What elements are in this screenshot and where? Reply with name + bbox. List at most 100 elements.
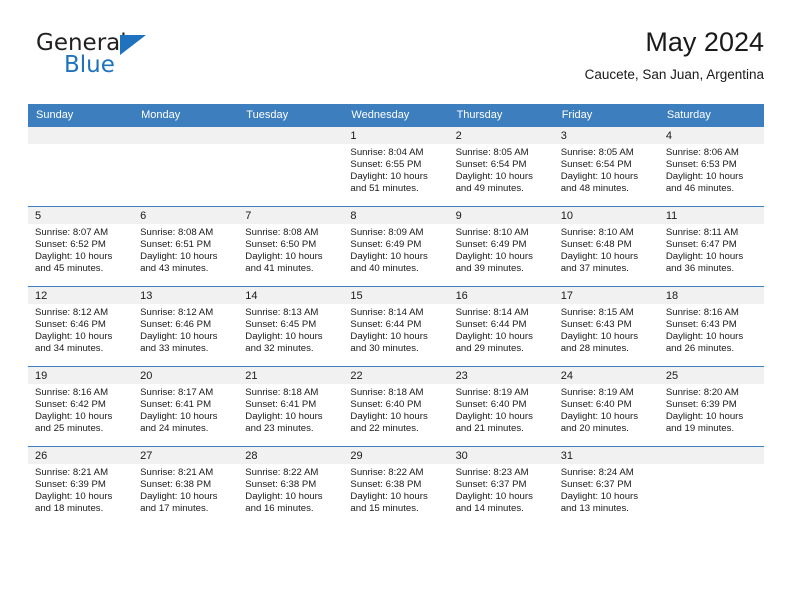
calendar-day-cell[interactable]: 30 Sunrise: 8:23 AM Sunset: 6:37 PM Dayligh… <box>448 446 554 526</box>
calendar-body: 1 Sunrise: 8:04 AM Sunset: 6:55 PM Daylight… <box>28 126 764 526</box>
calendar-day-cell[interactable]: 6 Sunrise: 8:08 AM Sunset: 6:51 PM Daylight… <box>133 206 239 287</box>
calendar-day-cell[interactable]: 16 Sunrise: 8:14 AM Sunset: 6:44 PM Dayligh… <box>448 286 554 367</box>
calendar-day-cell[interactable]: 22 Sunrise: 8:18 AM Sunset: 6:40 PM Dayligh… <box>343 366 449 447</box>
calendar-day-cell[interactable]: 9 Sunrise: 8:10 AM Sunset: 6:49 PM Daylight… <box>448 206 554 287</box>
daylight-text-line2: and 48 minutes. <box>560 183 629 195</box>
calendar-day-cell[interactable]: 21 Sunrise: 8:18 AM Sunset: 6:41 PM Dayligh… <box>238 366 344 447</box>
sunrise-text: Sunrise: 8:18 AM <box>350 387 424 398</box>
page-subtitle: Caucete, San Juan, Argentina <box>584 67 764 82</box>
day-number: 22 <box>343 367 449 384</box>
daylight-text-line1: Daylight: 10 hours <box>560 171 639 183</box>
day-number: 3 <box>553 127 659 144</box>
day-details: Sunrise: 8:09 AM Sunset: 6:49 PM Daylight:… <box>343 224 448 275</box>
sunset-text: Sunset: 6:44 PM <box>455 319 527 331</box>
daylight-text-line1: Daylight: 10 hours <box>560 331 639 343</box>
daylight-text-line2: and 17 minutes. <box>140 503 209 515</box>
calendar-day-cell[interactable]: 13 Sunrise: 8:12 AM Sunset: 6:46 PM Dayligh… <box>133 286 239 367</box>
day-details: Sunrise: 8:08 AM Sunset: 6:51 PM Daylight:… <box>133 224 238 275</box>
sunset-text: Sunset: 6:49 PM <box>455 239 527 251</box>
daylight-text-line2: and 19 minutes. <box>665 423 735 435</box>
sunrise-text: Sunrise: 8:23 AM <box>455 467 529 478</box>
daylight-text-line2: and 25 minutes. <box>35 423 104 435</box>
sunset-text: Sunset: 6:37 PM <box>455 479 527 491</box>
sunset-text: Sunset: 6:54 PM <box>560 159 632 171</box>
sunrise-text: Sunrise: 8:11 AM <box>665 227 739 238</box>
day-details: Sunrise: 8:06 AM Sunset: 6:53 PM Daylight:… <box>659 144 764 195</box>
calendar-day-cell[interactable]: 23 Sunrise: 8:19 AM Sunset: 6:40 PM Dayligh… <box>448 366 554 447</box>
calendar-day-cell[interactable]: 10 Sunrise: 8:10 AM Sunset: 6:48 PM Dayligh… <box>553 206 659 287</box>
calendar-page: General Blue May 2024 Caucete, San Juan,… <box>0 0 792 612</box>
daylight-text-line1: Daylight: 10 hours <box>560 411 639 423</box>
sunrise-text: Sunrise: 8:18 AM <box>245 387 319 398</box>
calendar-day-cell[interactable]: 15 Sunrise: 8:14 AM Sunset: 6:44 PM Dayligh… <box>343 286 449 367</box>
calendar-day-cell[interactable]: 25 Sunrise: 8:20 AM Sunset: 6:39 PM Dayligh… <box>658 366 764 447</box>
logo-text-blue: Blue <box>64 52 115 78</box>
sunrise-text: Sunrise: 8:07 AM <box>35 227 109 238</box>
day-number: 5 <box>28 207 134 224</box>
day-number: 11 <box>658 207 764 224</box>
calendar-day-cell[interactable]: 26 Sunrise: 8:21 AM Sunset: 6:39 PM Dayligh… <box>28 446 134 526</box>
calendar-day-cell[interactable]: 7 Sunrise: 8:08 AM Sunset: 6:50 PM Daylight… <box>238 206 344 287</box>
sunset-text: Sunset: 6:52 PM <box>35 239 106 251</box>
daylight-text-line1: Daylight: 10 hours <box>245 331 323 343</box>
sunrise-text: Sunrise: 8:04 AM <box>350 147 424 158</box>
calendar-day-cell-empty <box>238 126 344 207</box>
day-number: 26 <box>28 447 134 464</box>
sunrise-text: Sunrise: 8:15 AM <box>560 307 634 318</box>
day-details: Sunrise: 8:05 AM Sunset: 6:54 PM Daylight:… <box>449 144 554 195</box>
calendar-day-cell-empty <box>658 446 764 526</box>
calendar-week-row: 19 Sunrise: 8:16 AM Sunset: 6:42 PM Dayligh… <box>28 366 764 447</box>
day-number <box>28 127 134 144</box>
daylight-text-line1: Daylight: 10 hours <box>35 491 113 503</box>
calendar-day-cell[interactable]: 8 Sunrise: 8:09 AM Sunset: 6:49 PM Daylight… <box>343 206 449 287</box>
calendar-week-row: 12 Sunrise: 8:12 AM Sunset: 6:46 PM Dayligh… <box>28 286 764 367</box>
daylight-text-line1: Daylight: 10 hours <box>455 331 533 343</box>
daylight-text-line2: and 39 minutes. <box>455 263 524 275</box>
calendar-day-cell[interactable]: 18 Sunrise: 8:16 AM Sunset: 6:43 PM Dayligh… <box>658 286 764 367</box>
calendar-day-cell[interactable]: 19 Sunrise: 8:16 AM Sunset: 6:42 PM Dayligh… <box>28 366 134 447</box>
calendar-day-cell[interactable]: 27 Sunrise: 8:21 AM Sunset: 6:38 PM Dayligh… <box>133 446 239 526</box>
sunrise-text: Sunrise: 8:24 AM <box>560 467 634 478</box>
daylight-text-line2: and 34 minutes. <box>35 343 104 355</box>
day-details: Sunrise: 8:18 AM Sunset: 6:40 PM Daylight:… <box>343 384 448 435</box>
daylight-text-line2: and 14 minutes. <box>455 503 524 515</box>
day-number: 30 <box>448 447 554 464</box>
calendar-day-cell[interactable]: 24 Sunrise: 8:19 AM Sunset: 6:40 PM Dayligh… <box>553 366 659 447</box>
page-title: May 2024 <box>645 27 764 57</box>
day-details: Sunrise: 8:13 AM Sunset: 6:45 PM Daylight:… <box>238 304 343 355</box>
calendar-day-cell[interactable]: 4 Sunrise: 8:06 AM Sunset: 6:53 PM Daylight… <box>658 126 764 207</box>
calendar-day-cell[interactable]: 20 Sunrise: 8:17 AM Sunset: 6:41 PM Dayligh… <box>133 366 239 447</box>
day-details: Sunrise: 8:22 AM Sunset: 6:38 PM Daylight:… <box>238 464 343 515</box>
day-number: 29 <box>343 447 449 464</box>
calendar-day-cell[interactable]: 14 Sunrise: 8:13 AM Sunset: 6:45 PM Dayligh… <box>238 286 344 367</box>
daylight-text-line1: Daylight: 10 hours <box>35 331 113 343</box>
daylight-text-line1: Daylight: 10 hours <box>140 331 218 343</box>
daylight-text-line2: and 20 minutes. <box>560 423 629 435</box>
sunset-text: Sunset: 6:50 PM <box>245 239 317 251</box>
calendar-day-cell[interactable]: 11 Sunrise: 8:11 AM Sunset: 6:47 PM Dayligh… <box>658 206 764 287</box>
sunset-text: Sunset: 6:44 PM <box>350 319 422 331</box>
calendar-day-cell[interactable]: 28 Sunrise: 8:22 AM Sunset: 6:38 PM Dayligh… <box>238 446 344 526</box>
page-header: General Blue May 2024 Caucete, San Juan,… <box>28 26 764 96</box>
sunset-text: Sunset: 6:38 PM <box>350 479 422 491</box>
sunrise-text: Sunrise: 8:21 AM <box>140 467 214 478</box>
calendar-day-cell[interactable]: 29 Sunrise: 8:22 AM Sunset: 6:38 PM Dayligh… <box>343 446 449 526</box>
day-details: Sunrise: 8:08 AM Sunset: 6:50 PM Daylight:… <box>238 224 343 275</box>
calendar-day-cell[interactable]: 17 Sunrise: 8:15 AM Sunset: 6:43 PM Dayligh… <box>553 286 659 367</box>
calendar-day-cell[interactable]: 31 Sunrise: 8:24 AM Sunset: 6:37 PM Dayligh… <box>553 446 659 526</box>
general-blue-logo[interactable]: General Blue <box>36 30 166 82</box>
day-number: 19 <box>28 367 134 384</box>
daylight-text-line2: and 49 minutes. <box>455 183 524 195</box>
daylight-text-line1: Daylight: 10 hours <box>140 251 218 263</box>
calendar-day-cell[interactable]: 3 Sunrise: 8:05 AM Sunset: 6:54 PM Daylight… <box>553 126 659 207</box>
sunset-text: Sunset: 6:46 PM <box>140 319 212 331</box>
calendar-day-cell[interactable]: 5 Sunrise: 8:07 AM Sunset: 6:52 PM Daylight… <box>28 206 134 287</box>
daylight-text-line2: and 33 minutes. <box>140 343 209 355</box>
calendar-day-cell[interactable]: 2 Sunrise: 8:05 AM Sunset: 6:54 PM Daylight… <box>448 126 554 207</box>
calendar-day-cell[interactable]: 12 Sunrise: 8:12 AM Sunset: 6:46 PM Dayligh… <box>28 286 134 367</box>
daylight-text-line1: Daylight: 10 hours <box>350 331 428 343</box>
day-number: 7 <box>238 207 344 224</box>
day-details: Sunrise: 8:04 AM Sunset: 6:55 PM Daylight:… <box>343 144 448 195</box>
sunset-text: Sunset: 6:41 PM <box>140 399 212 411</box>
calendar-day-cell[interactable]: 1 Sunrise: 8:04 AM Sunset: 6:55 PM Daylight… <box>343 126 449 207</box>
